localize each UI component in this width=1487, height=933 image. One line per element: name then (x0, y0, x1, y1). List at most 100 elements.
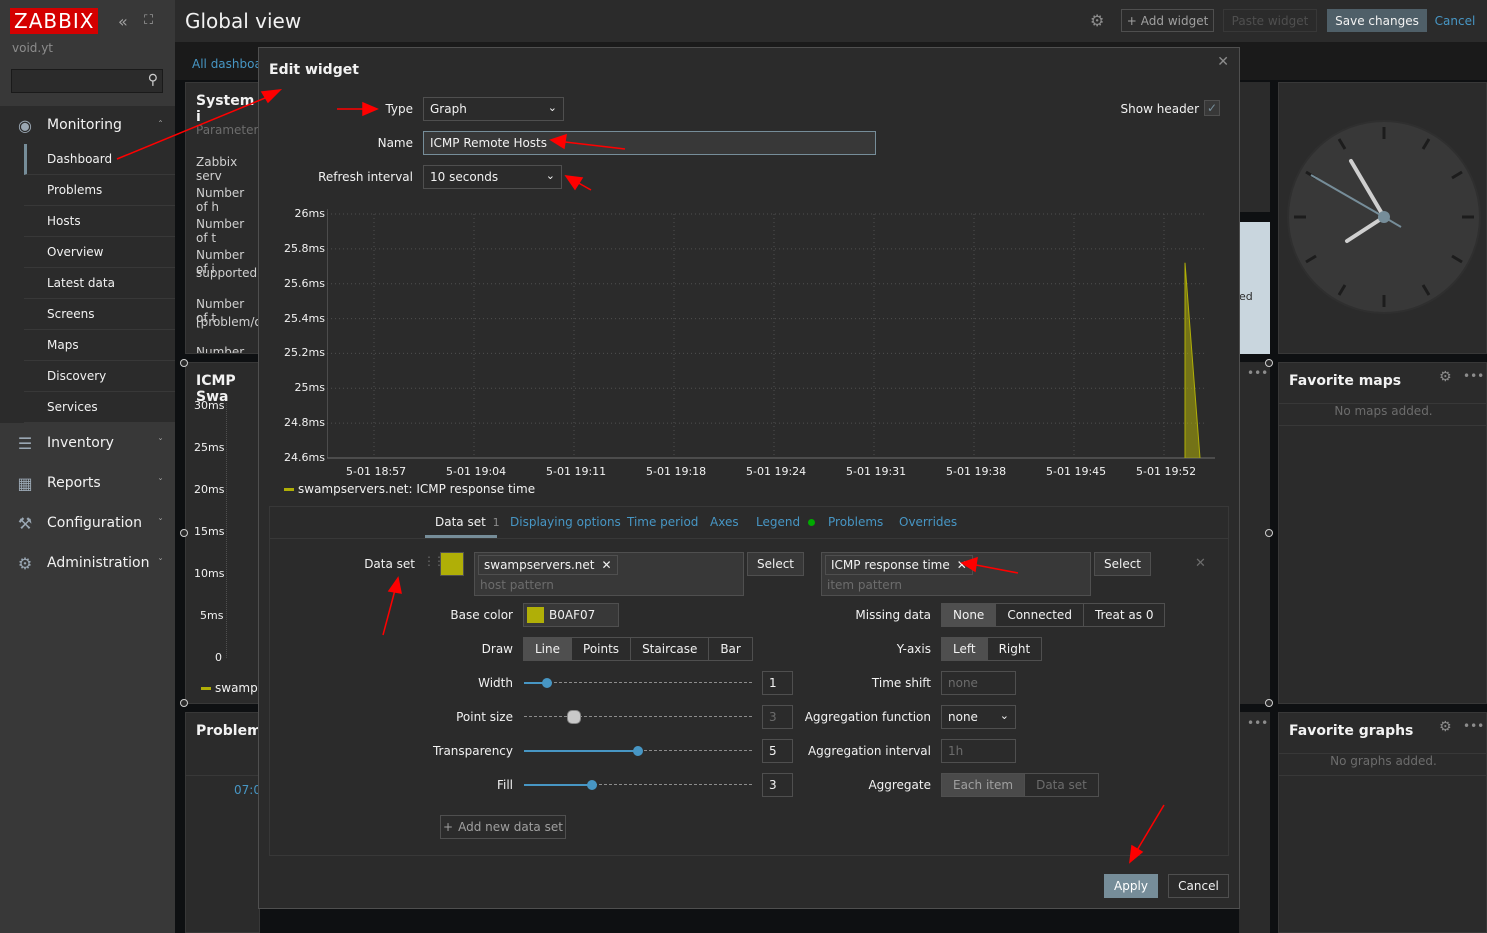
item-select-button[interactable]: Select (1094, 552, 1151, 576)
paste-widget-button[interactable]: Paste widget (1223, 9, 1317, 32)
host-select-button[interactable]: Select (747, 552, 804, 576)
width-input[interactable]: 1 (762, 671, 793, 695)
sidebar-item-screens[interactable]: Screens (24, 299, 175, 330)
kiosk-mode-icon[interactable]: ⛶ (144, 13, 153, 28)
tab-legend[interactable]: Legend (756, 515, 815, 529)
close-icon[interactable]: ✕ (1217, 54, 1229, 70)
item-pattern-field[interactable]: ICMP response time ✕ item pattern (821, 552, 1091, 596)
menu-monitoring[interactable]: ◉ Monitoring ˆ (0, 106, 175, 144)
graph-plot (327, 209, 1215, 459)
type-select[interactable]: Graph ⌄ (423, 97, 564, 121)
cancel-button[interactable]: Cancel (1168, 874, 1229, 898)
item-tag: ICMP response time ✕ (825, 555, 973, 575)
all-dashboards-link[interactable]: All dashboar (192, 57, 267, 71)
sidebar-item-problems[interactable]: Problems (24, 175, 175, 206)
point-size-slider[interactable] (524, 710, 752, 724)
server-name: void.yt (12, 41, 54, 55)
more-options-icon[interactable]: ••• (1463, 719, 1484, 733)
width-slider[interactable] (524, 676, 752, 690)
apply-button[interactable]: Apply (1104, 874, 1158, 898)
aggregate-option-each-item[interactable]: Each item (942, 774, 1026, 796)
y-tick: 25ms (194, 441, 225, 454)
draw-option-line[interactable]: Line (524, 638, 573, 660)
remove-tag-icon[interactable]: ✕ (601, 558, 611, 572)
problem-time-link[interactable]: 07:0 (234, 783, 261, 797)
slider-fill (524, 750, 638, 752)
search-input[interactable]: ⚲ (11, 69, 163, 93)
collapse-sidebar-icon[interactable]: « (118, 12, 128, 31)
name-input[interactable]: ICMP Remote Hosts (423, 131, 876, 155)
resize-handle[interactable] (180, 699, 188, 707)
missing-option-none[interactable]: None (942, 604, 997, 626)
draw-option-bar[interactable]: Bar (709, 638, 752, 660)
aggregate-selector[interactable]: Each item Data set (941, 773, 1099, 797)
fill-input[interactable]: 3 (762, 773, 793, 797)
menu-configuration[interactable]: ⚒ Configuration ˇ (0, 504, 175, 542)
transparency-slider[interactable] (524, 744, 752, 758)
tab-displaying-options[interactable]: Displaying options (510, 515, 621, 529)
x-axis-labels: 5-01 18:57 5-01 19:04 5-01 19:11 5-01 19:18… (327, 463, 1219, 479)
gear-icon[interactable]: ⚙ (1439, 369, 1452, 385)
time-shift-input[interactable]: none (941, 671, 1016, 695)
add-data-set-button[interactable]: + Add new data set (440, 815, 566, 839)
sidebar-item-overview[interactable]: Overview (24, 237, 175, 268)
draw-option-points[interactable]: Points (572, 638, 632, 660)
tab-axes[interactable]: Axes (710, 515, 739, 529)
monitoring-submenu: Dashboard Problems Hosts Overview Latest… (0, 144, 175, 423)
missing-data-selector[interactable]: None Connected Treat as 0 (941, 603, 1166, 627)
missing-option-treat-as-zero[interactable]: Treat as 0 (1083, 604, 1165, 626)
resize-handle[interactable] (1265, 699, 1273, 707)
slider-handle[interactable] (567, 710, 581, 724)
add-widget-button[interactable]: + Add widget (1121, 9, 1214, 32)
refresh-interval-select[interactable]: 10 seconds ⌄ (423, 165, 562, 189)
show-header-checkbox[interactable]: ✓ (1204, 100, 1220, 116)
tab-problems[interactable]: Problems (828, 515, 883, 529)
base-color-input[interactable]: B0AF07 (523, 603, 619, 627)
remove-tag-icon[interactable]: ✕ (957, 558, 967, 572)
y-axis-option-left[interactable]: Left (942, 638, 988, 660)
sidebar-item-latest-data[interactable]: Latest data (24, 268, 175, 299)
slider-handle[interactable] (633, 746, 643, 756)
aggregation-interval-input[interactable]: 1h (941, 739, 1016, 763)
tab-time-period[interactable]: Time period (627, 515, 698, 529)
host-pattern-field[interactable]: swampservers.net ✕ host pattern (474, 552, 744, 596)
resize-handle[interactable] (1265, 359, 1273, 367)
y-axis-selector[interactable]: Left Right (941, 637, 1043, 661)
slider-handle[interactable] (542, 678, 552, 688)
gear-icon[interactable]: ⚙ (1090, 11, 1104, 30)
draw-option-staircase[interactable]: Staircase (631, 638, 710, 660)
aggregate-option-data-set[interactable]: Data set (1025, 774, 1098, 796)
zabbix-logo[interactable]: ZABBIX (10, 8, 99, 34)
missing-option-connected[interactable]: Connected (996, 604, 1084, 626)
aggregation-function-select[interactable]: none ⌄ (941, 705, 1016, 729)
slider-handle[interactable] (587, 780, 597, 790)
more-options-icon[interactable]: ••• (1463, 369, 1484, 383)
transparency-input[interactable]: 5 (762, 739, 793, 763)
sidebar-item-hosts[interactable]: Hosts (24, 206, 175, 237)
cancel-link[interactable]: Cancel (1433, 9, 1477, 32)
sidebar-item-discovery[interactable]: Discovery (24, 361, 175, 392)
sidebar-item-maps[interactable]: Maps (24, 330, 175, 361)
resize-handle[interactable] (1265, 529, 1273, 537)
menu-reports[interactable]: ▦ Reports ˇ (0, 464, 175, 502)
tab-label: Data set (435, 515, 486, 529)
menu-administration[interactable]: ⚙ Administration ˇ (0, 544, 175, 582)
fill-slider[interactable] (524, 778, 752, 792)
point-size-input[interactable]: 3 (762, 705, 793, 729)
resize-handle[interactable] (180, 529, 188, 537)
draw-type-selector[interactable]: Line Points Staircase Bar (523, 637, 753, 661)
save-changes-button[interactable]: Save changes (1327, 9, 1427, 32)
sidebar-item-dashboard[interactable]: Dashboard (24, 144, 175, 175)
resize-handle[interactable] (180, 359, 188, 367)
dataset-color-swatch[interactable] (440, 552, 464, 576)
gear-icon[interactable]: ⚙ (1439, 719, 1452, 735)
sidebar-item-services[interactable]: Services (24, 392, 175, 423)
more-options-icon[interactable]: ••• (1247, 366, 1268, 380)
tab-data-set[interactable]: Data set 1 (435, 515, 500, 529)
tab-overrides[interactable]: Overrides (899, 515, 957, 529)
menu-inventory[interactable]: ☰ Inventory ˇ (0, 424, 175, 462)
y-axis-option-right[interactable]: Right (987, 638, 1042, 660)
remove-dataset-icon[interactable]: ✕ (1195, 556, 1206, 571)
more-options-icon[interactable]: ••• (1247, 716, 1268, 730)
search-icon[interactable]: ⚲ (148, 72, 158, 88)
